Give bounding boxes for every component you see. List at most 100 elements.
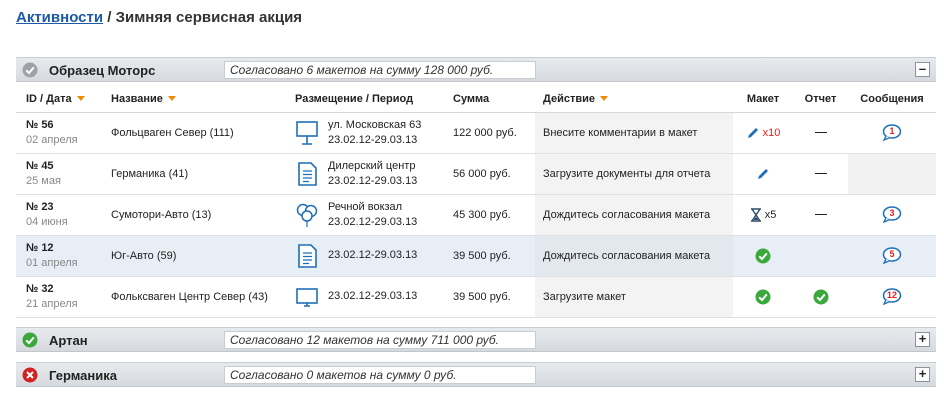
document-icon <box>298 161 317 186</box>
placement-cell: Дилерский центр 23.02.12-29.03.13 <box>295 153 450 195</box>
name-cell: Сумотори-Авто (13) <box>107 194 295 236</box>
placement-address: Речной вокзал <box>328 200 403 213</box>
column-header-report: Отчет <box>793 86 848 113</box>
order-number[interactable]: № 45 <box>16 160 107 172</box>
action-text[interactable]: Дождитесь согласования макета <box>535 250 710 262</box>
maket-cell <box>733 276 793 318</box>
sum-value: 45 300 руб. <box>453 208 511 221</box>
order-number[interactable]: № 12 <box>16 242 107 254</box>
table-row[interactable]: № 56 02 апреля Фольцваген Север (111) ул.… <box>16 112 936 154</box>
maket-cell: x10 <box>733 112 793 154</box>
column-header-name[interactable]: Название <box>107 86 295 113</box>
report-cell <box>793 153 848 195</box>
action-text[interactable]: Загрузите макет <box>535 291 626 303</box>
group-summary: Согласовано 0 макетов на сумму 0 руб. <box>224 366 536 384</box>
client-name[interactable]: Сумотори-Авто (13) <box>107 209 211 221</box>
column-header-messages: Сообщения <box>848 86 936 113</box>
client-name[interactable]: Юг-Авто (59) <box>107 250 176 262</box>
balloons-icon <box>296 203 318 227</box>
sort-arrow-icon[interactable] <box>167 96 176 102</box>
table-header-row: ID / Дата Название Размещение / Период С… <box>16 86 936 113</box>
message-bubble-icon[interactable]: 5 <box>882 247 902 265</box>
message-count: 5 <box>889 249 895 259</box>
order-number[interactable]: № 56 <box>16 119 107 131</box>
maket-count: x5 <box>764 208 777 221</box>
expand-button[interactable]: + <box>915 332 930 347</box>
placement-address: Дилерский центр <box>328 159 416 172</box>
column-header-maket: Макет <box>733 86 793 113</box>
breadcrumb-link-activities[interactable]: Активности <box>16 9 103 26</box>
group-bar-artan[interactable]: Артан Согласовано 12 макетов на сумму 71… <box>16 327 936 352</box>
placement-period: 23.02.12-29.03.13 <box>328 215 418 228</box>
action-text[interactable]: Дождитесь согласования макета <box>535 209 710 221</box>
message-count: 3 <box>889 208 895 218</box>
expand-button[interactable]: + <box>915 367 930 382</box>
sum-cell: 56 000 руб. <box>450 153 535 195</box>
client-name[interactable]: Германика (41) <box>107 168 188 180</box>
sum-value: 122 000 руб. <box>453 126 517 139</box>
name-cell: Германика (41) <box>107 153 295 195</box>
dash-icon <box>814 173 827 174</box>
name-cell: Фольксваген Центр Север (43) <box>107 276 295 318</box>
column-header-action[interactable]: Действие <box>535 86 733 113</box>
id-date-cell: № 23 04 июня <box>16 194 107 236</box>
sum-value: 39 500 руб. <box>453 290 511 303</box>
action-text[interactable]: Внесите комментарии в макет <box>535 127 697 139</box>
order-number[interactable]: № 32 <box>16 283 107 295</box>
message-bubble-icon[interactable]: 3 <box>882 206 902 224</box>
column-header-id-date[interactable]: ID / Дата <box>16 86 107 113</box>
dash-icon <box>814 132 827 133</box>
placement-period: 23.02.12-29.03.13 <box>328 290 418 302</box>
pencil-icon[interactable] <box>756 167 770 181</box>
table-row[interactable]: № 23 04 июня Сумотори-Авто (13) Речной во… <box>16 194 936 236</box>
action-text[interactable]: Загрузите документы для отчета <box>535 168 710 180</box>
id-date-cell: № 45 25 мая <box>16 153 107 195</box>
id-date-cell: № 56 02 апреля <box>16 112 107 154</box>
maket-cell: x5 <box>733 194 793 236</box>
messages-cell: 3 <box>848 194 936 236</box>
hourglass-icon <box>750 207 761 222</box>
group-bar-obrazec-motors[interactable]: Образец Моторс Согласовано 6 макетов на … <box>16 57 936 82</box>
message-bubble-icon[interactable]: 1 <box>882 124 902 142</box>
collapse-button[interactable]: – <box>915 62 930 77</box>
pencil-icon[interactable] <box>746 126 760 140</box>
placement-cell: 23.02.12-29.03.13 <box>295 276 450 318</box>
action-cell: Дождитесь согласования макета <box>535 194 733 236</box>
group-bar-germanika[interactable]: Германика Согласовано 0 макетов на сумму… <box>16 362 936 387</box>
order-date: 21 апреля <box>26 298 78 310</box>
cross-red-icon <box>22 367 38 383</box>
page-title: Зимняя сервисная акция <box>115 9 303 26</box>
action-cell: Загрузите документы для отчета <box>535 153 733 195</box>
maket-cell <box>733 153 793 195</box>
maket-count: x10 <box>762 126 781 139</box>
placement-period: 23.02.12-29.03.13 <box>328 174 418 187</box>
sort-arrow-icon[interactable] <box>600 96 608 102</box>
table-row-selected[interactable]: № 12 01 апреля Юг-Авто (59) 23.02.12-29.0… <box>16 235 936 277</box>
client-name[interactable]: Фольксваген Центр Север (43) <box>107 291 268 303</box>
table-row[interactable]: № 32 21 апреля Фольксваген Центр Север (4… <box>16 276 936 318</box>
messages-cell: 12 <box>848 276 936 318</box>
message-bubble-icon[interactable]: 12 <box>882 288 902 306</box>
client-name[interactable]: Фольцваген Север (111) <box>107 127 234 139</box>
action-cell: Дождитесь согласования макета <box>535 235 733 277</box>
sum-cell: 122 000 руб. <box>450 112 535 154</box>
group-name: Германика <box>49 368 117 383</box>
group-name: Образец Моторс <box>49 63 156 78</box>
sum-cell: 39 500 руб. <box>450 235 535 277</box>
order-number[interactable]: № 23 <box>16 201 107 213</box>
monitor-icon <box>296 287 318 307</box>
column-header-placement: Размещение / Период <box>295 86 450 113</box>
breadcrumb-separator: / <box>103 9 116 26</box>
billboard-icon <box>296 120 318 145</box>
id-date-cell: № 12 01 апреля <box>16 235 107 277</box>
messages-cell: 5 <box>848 235 936 277</box>
table-row[interactable]: № 45 25 мая Германика (41) Дилерский цент… <box>16 153 936 195</box>
placement-period: 23.02.12-29.03.13 <box>328 249 418 261</box>
report-cell <box>793 194 848 236</box>
order-date: 25 мая <box>26 175 61 187</box>
placement-cell: 23.02.12-29.03.13 <box>295 235 450 277</box>
check-green-icon <box>813 289 828 304</box>
document-icon <box>298 243 317 268</box>
id-date-cell: № 32 21 апреля <box>16 276 107 318</box>
sort-arrow-icon[interactable] <box>76 96 85 102</box>
